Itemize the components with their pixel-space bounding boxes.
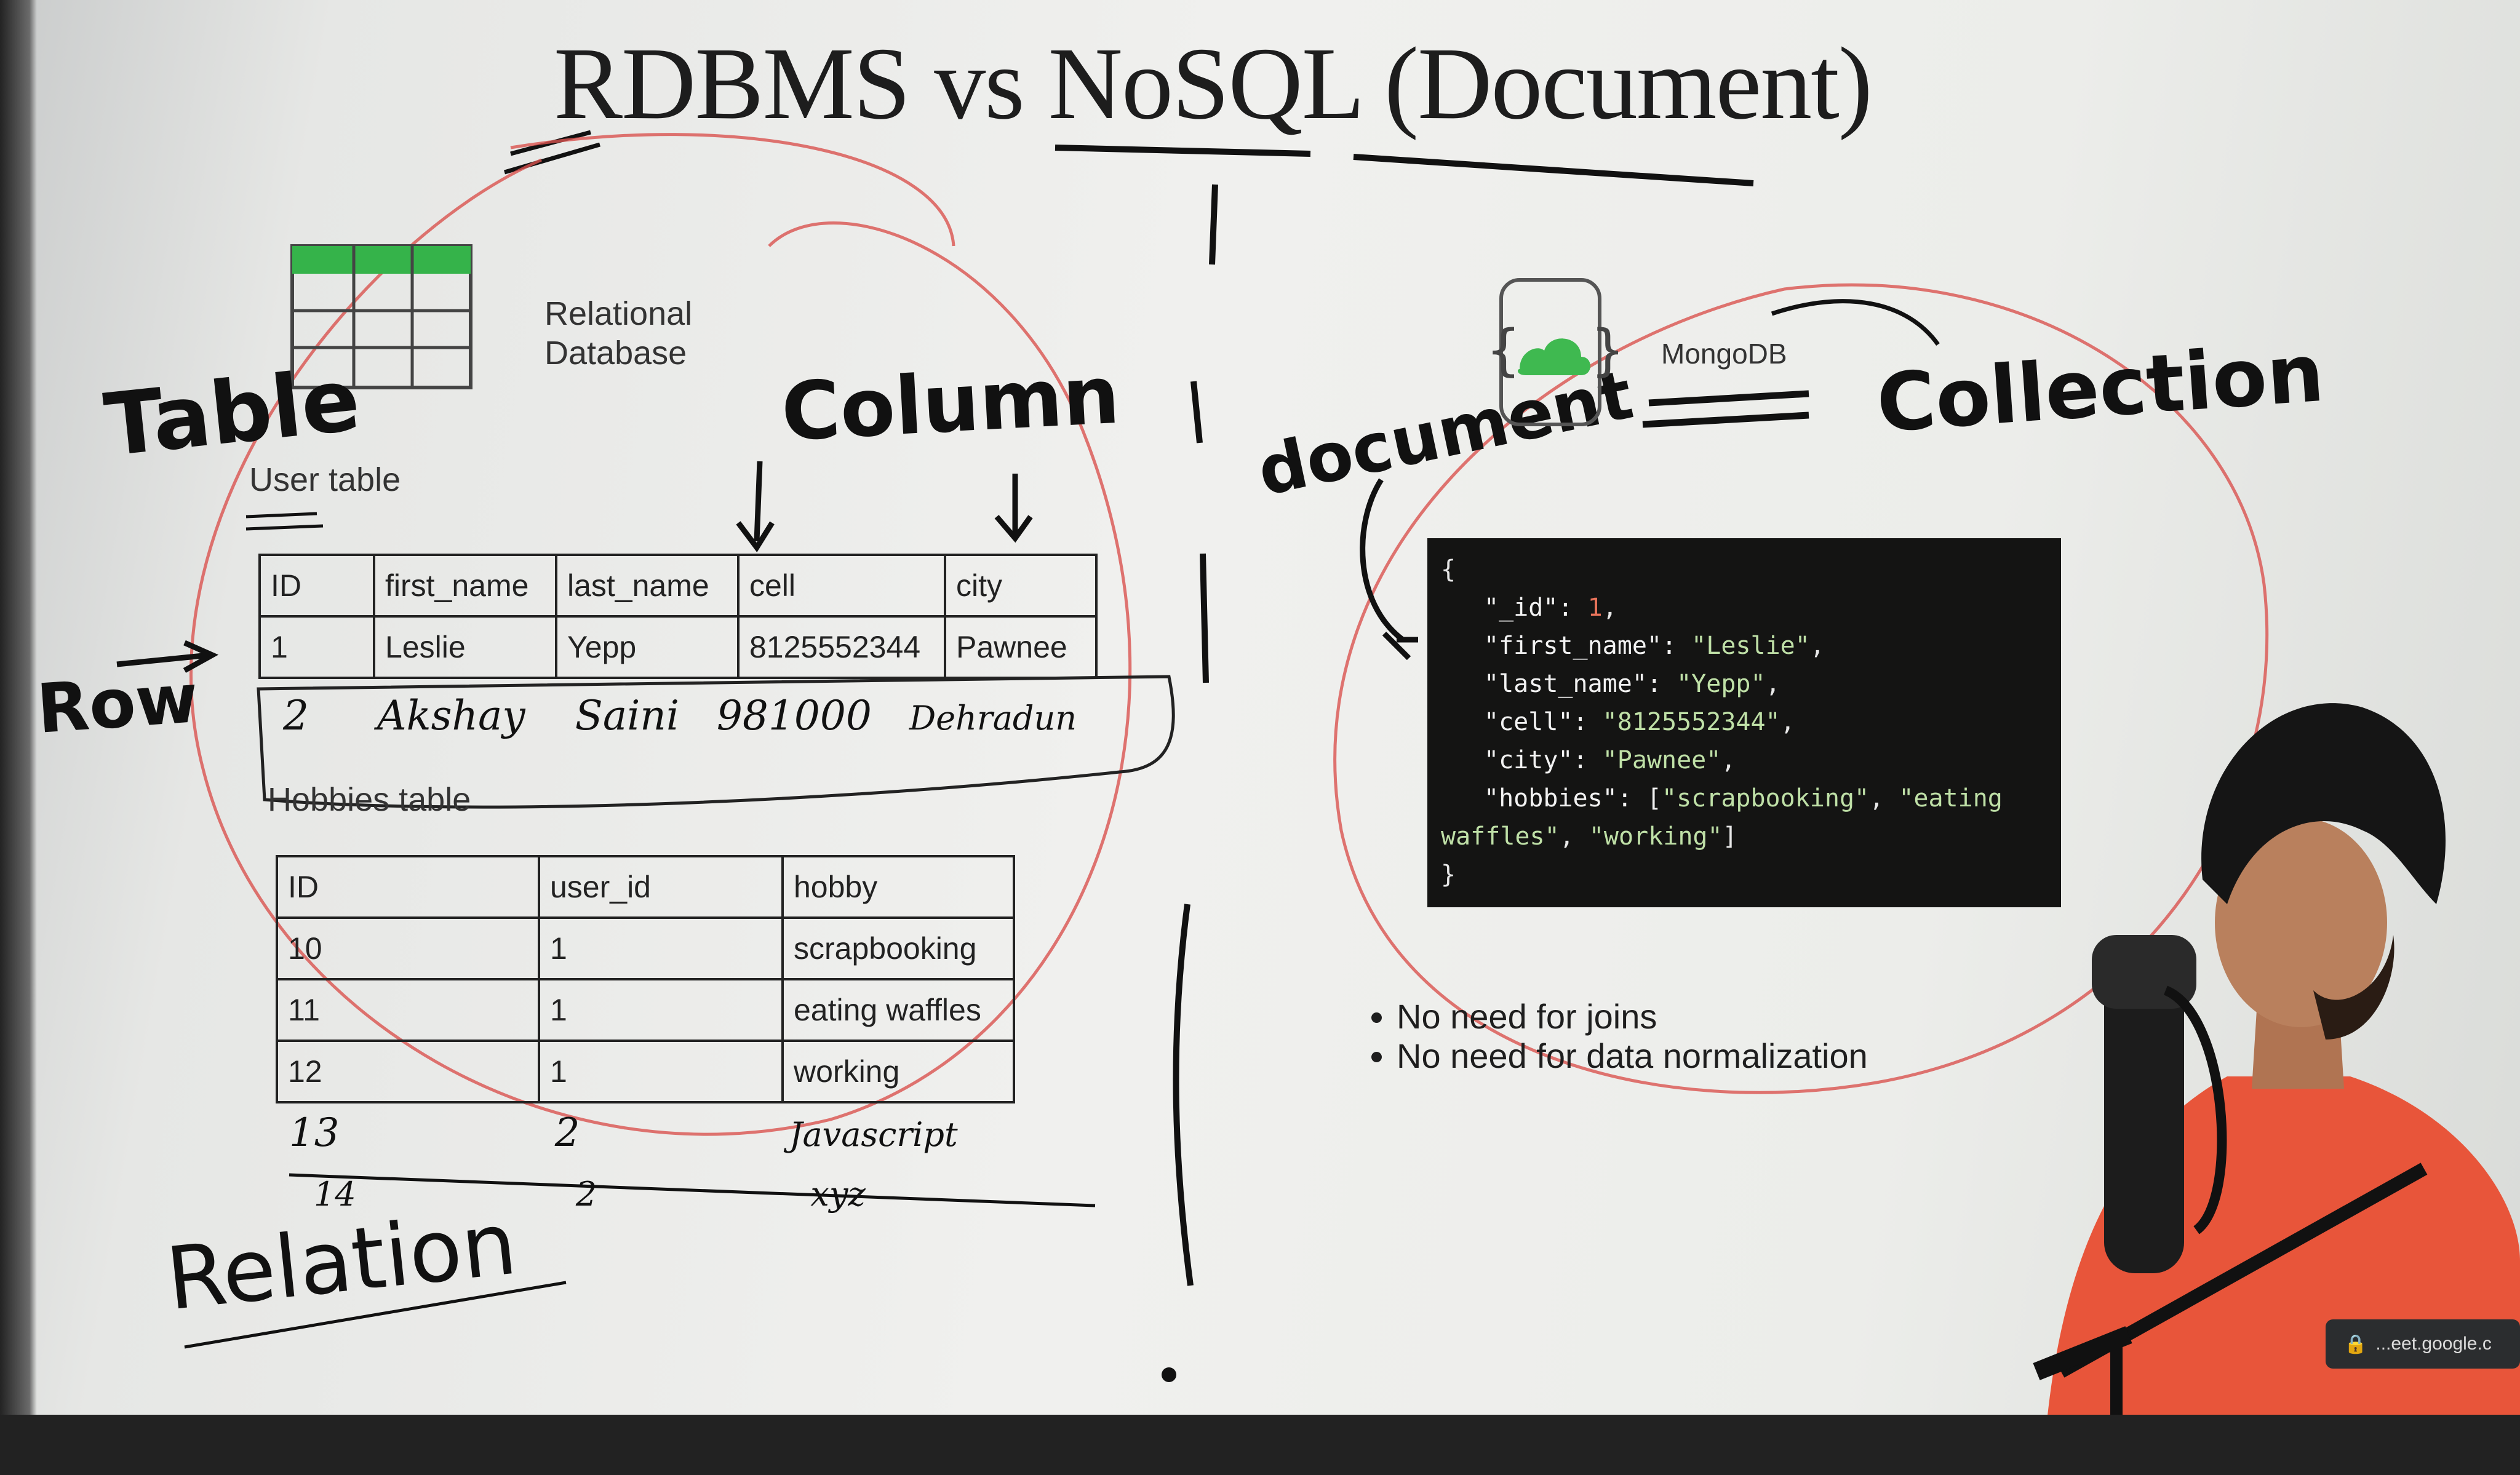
lock-icon: 🔒 (2344, 1334, 2367, 1354)
column-arrow-2 (994, 474, 1033, 543)
benefits-list: No need for joins No need for data norma… (1354, 997, 1868, 1076)
screen-bottom-edge (0, 1415, 2520, 1475)
handwritten-hobby-row-13: 13 2 Javascript (289, 1110, 958, 1156)
table-row: 10 1 scrapbooking (276, 916, 1015, 980)
handwritten-row-2: 2 Akshay Saini 981000 Dehradun (283, 692, 1077, 739)
cell: Leslie (373, 615, 557, 679)
underline-document (1353, 154, 1754, 186)
annotation-column: Column (779, 348, 1122, 459)
meet-share-chip[interactable]: 🔒 ...eet.google.c (2326, 1319, 2520, 1369)
header-cell: cell (737, 554, 946, 618)
mongodb-label: MongoDB (1661, 338, 1787, 370)
svg-text:}: } (1590, 318, 1618, 383)
document-arrow (1360, 478, 1418, 661)
annotation-row: Row (34, 659, 201, 749)
header-cell: ID (258, 554, 375, 618)
table-row: 12 1 working (276, 1040, 1015, 1103)
table-header-row: ID first_name last_name cell city (258, 554, 1098, 618)
meet-url: ...eet.google.c (2375, 1334, 2492, 1354)
slide: RDBMS vs NoSQL (Document) Relational Dat… (0, 0, 2520, 1475)
header-cell: first_name (373, 554, 557, 618)
json-document-code: { "_id": 1, "first_name": "Leslie", "las… (1427, 538, 2061, 907)
header-cell: user_id (538, 855, 784, 919)
svg-text:{: { (1486, 318, 1521, 383)
cell: 1 (258, 615, 375, 679)
header-cell: city (944, 554, 1098, 618)
cell: Pawnee (944, 615, 1098, 679)
cell: 8125552344 (737, 615, 946, 679)
user-table-caption: User table (249, 461, 401, 498)
list-item: No need for data normalization (1397, 1036, 1868, 1076)
header-cell: ID (276, 855, 540, 919)
header-cell: hobby (781, 855, 1015, 919)
header-cell: last_name (555, 554, 740, 618)
mongodb-document-icon: { } (1486, 278, 1618, 426)
table-header-row: ID user_id hobby (276, 855, 1015, 919)
relational-label: Relational Database (544, 295, 693, 372)
list-item: No need for joins (1397, 997, 1868, 1036)
underline-nosql (1055, 145, 1311, 157)
column-arrow-1 (736, 461, 775, 552)
divider-line (1173, 184, 1218, 1286)
cell: Yepp (555, 615, 740, 679)
table-row: 1 Leslie Yepp 8125552344 Pawnee (258, 615, 1098, 679)
table-row: 11 1 eating waffles (276, 978, 1015, 1042)
hobbies-table: ID user_id hobby 10 1 scrapbooking 11 1 … (276, 855, 1015, 1103)
user-table: ID first_name last_name cell city 1 Lesl… (258, 554, 1098, 679)
hobbies-table-caption: Hobbies table (268, 781, 471, 818)
